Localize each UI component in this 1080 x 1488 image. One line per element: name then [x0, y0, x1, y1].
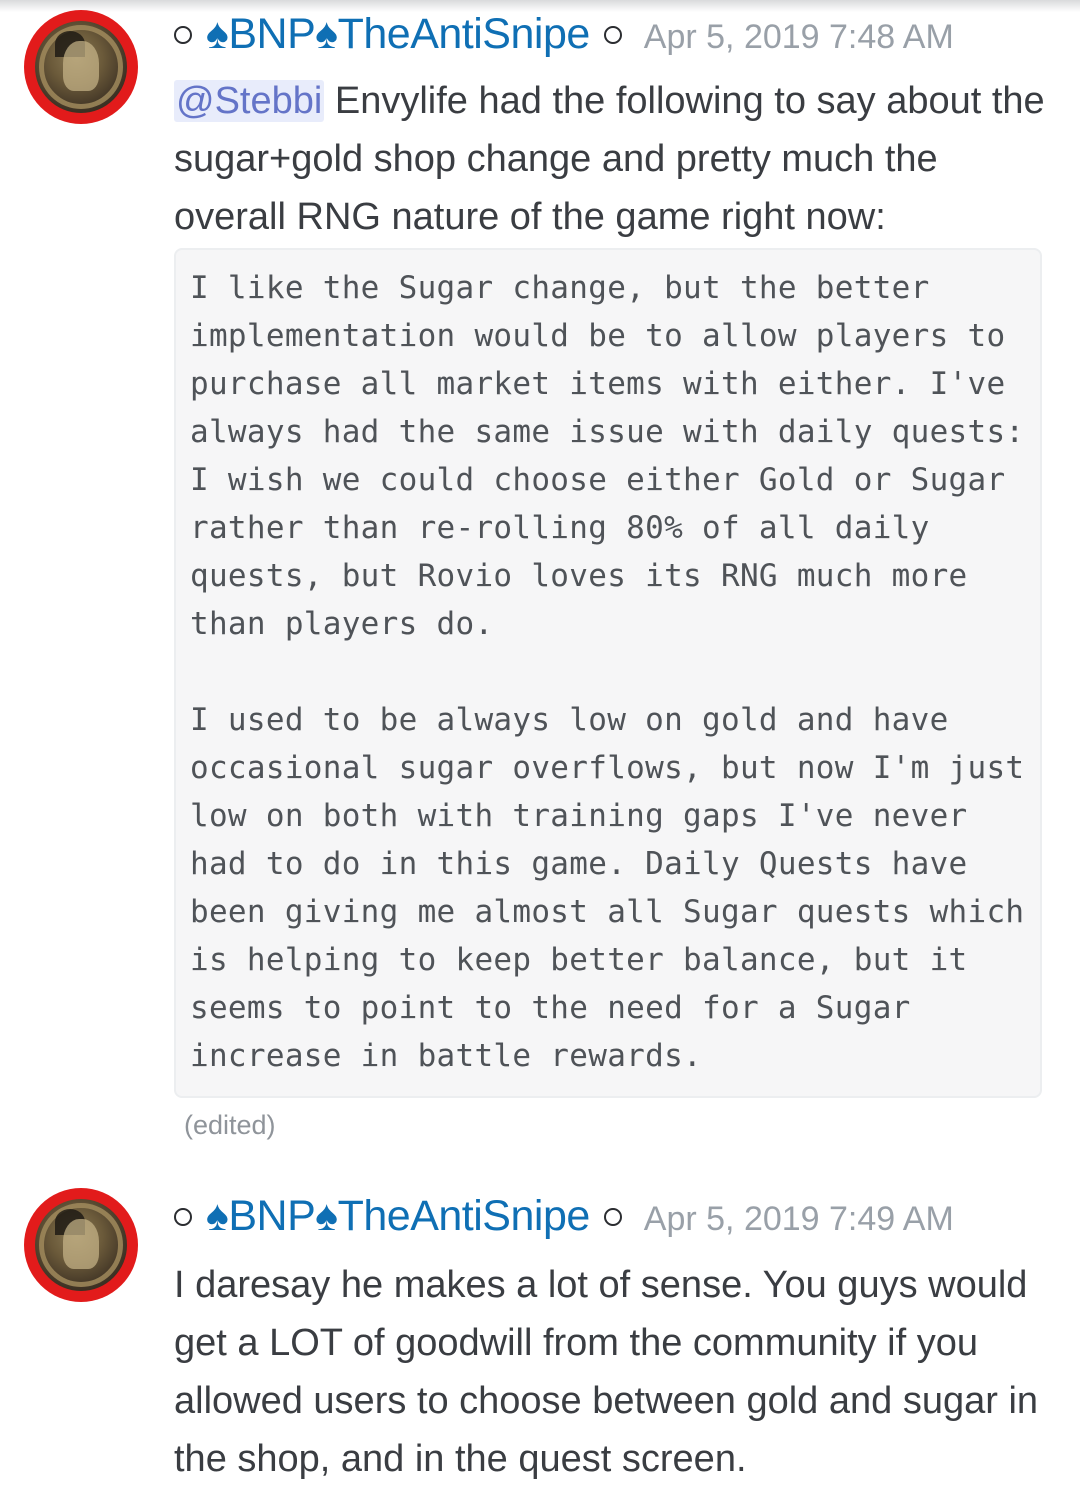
spade-icon: ♠ — [315, 10, 338, 58]
avatar-figure — [63, 1219, 99, 1269]
spade-icon: ♠ — [315, 1192, 338, 1240]
user-avatar[interactable] — [24, 10, 138, 124]
status-ring-icon — [174, 26, 192, 44]
message-text: @Stebbi Envylife had the following to sa… — [174, 72, 1054, 246]
timestamp: Apr 5, 2019 7:48 AM — [643, 18, 954, 56]
username[interactable]: ♠BNP♠TheAntiSnipe — [206, 1192, 590, 1241]
status-ring-icon — [603, 26, 622, 44]
code-paragraph: I used to be always low on gold and have… — [190, 702, 1044, 1074]
status-ring-icon — [174, 1208, 192, 1226]
message-header: ♠BNP♠TheAntiSnipe Apr 5, 2019 7:48 AM — [174, 10, 1054, 70]
code-paragraph: I like the Sugar change, but the better … — [190, 270, 1044, 642]
username[interactable]: ♠BNP♠TheAntiSnipe — [206, 10, 590, 59]
code-block: I like the Sugar change, but the better … — [174, 248, 1042, 1098]
status-ring-icon — [603, 1208, 622, 1226]
avatar-medallion-icon — [35, 1199, 127, 1291]
spade-icon: ♠ — [206, 10, 229, 58]
user-mention[interactable]: @Stebbi — [174, 80, 325, 122]
avatar-figure — [63, 41, 99, 91]
message-header: ♠BNP♠TheAntiSnipe Apr 5, 2019 7:49 AM — [174, 1192, 1054, 1252]
timestamp: Apr 5, 2019 7:49 AM — [643, 1200, 954, 1238]
avatar-medallion-icon — [35, 21, 127, 113]
spade-icon: ♠ — [206, 1192, 229, 1240]
user-avatar[interactable] — [24, 1188, 138, 1302]
edited-label: (edited) — [184, 1110, 276, 1140]
message-text: I daresay he makes a lot of sense. You g… — [174, 1264, 1039, 1480]
